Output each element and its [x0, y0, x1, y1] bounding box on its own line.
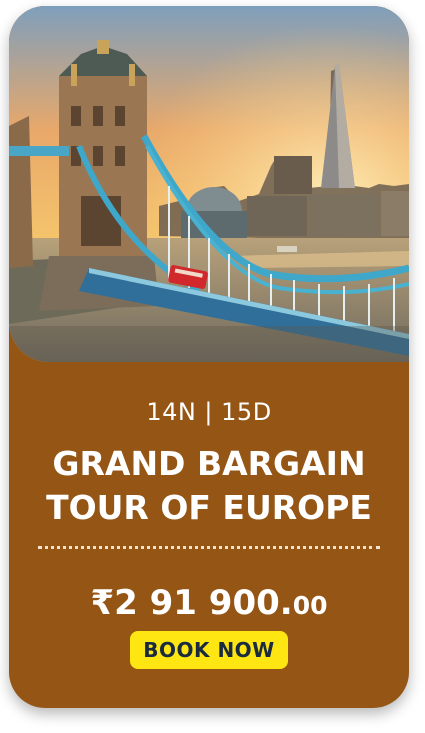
tour-package-card[interactable]: 14N | 15D GRAND BARGAIN TOUR OF EUROPE ₹…	[9, 6, 409, 708]
book-now-button[interactable]: BOOK NOW	[130, 631, 288, 669]
tower-bridge-london-photo	[9, 6, 409, 362]
tour-title-line-2: TOUR OF EUROPE	[46, 488, 372, 527]
dotted-divider	[38, 546, 380, 549]
tour-title: GRAND BARGAIN TOUR OF EUROPE	[9, 442, 409, 530]
tour-title-line-1: GRAND BARGAIN	[52, 444, 366, 483]
tour-duration: 14N | 15D	[146, 398, 272, 426]
price-decimal: 00	[292, 591, 328, 620]
price-main: ₹2 91 900.	[90, 583, 293, 623]
tour-price: ₹2 91 900.00	[9, 582, 409, 627]
